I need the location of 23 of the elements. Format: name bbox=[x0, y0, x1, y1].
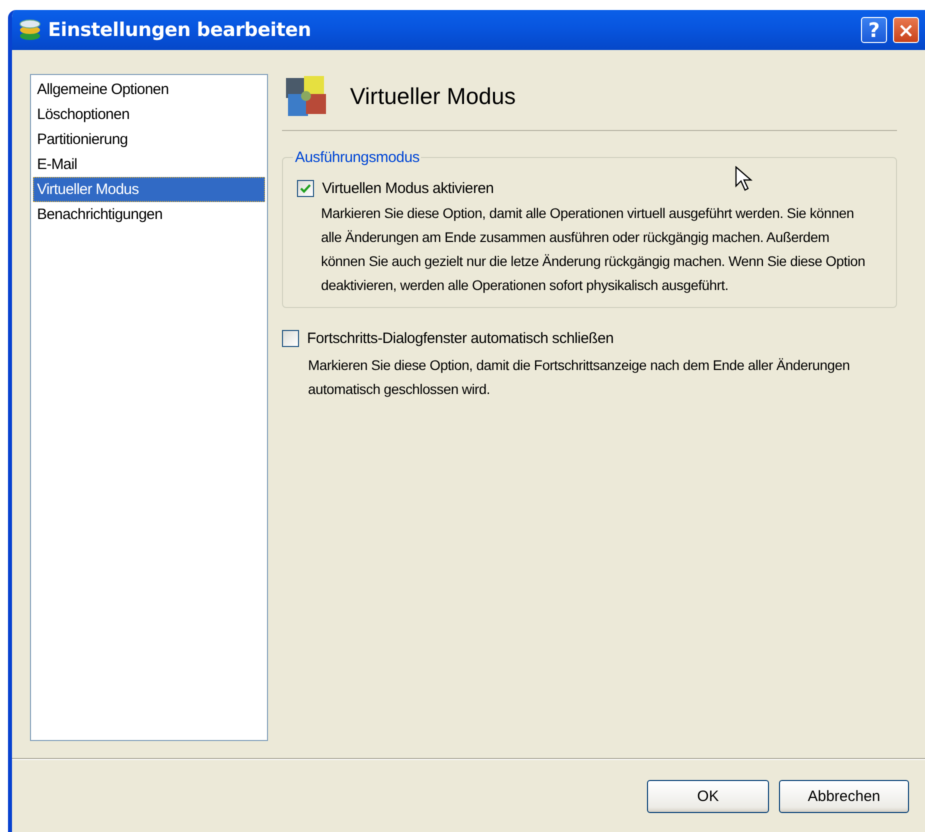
check-icon bbox=[300, 183, 311, 194]
option-description: Markieren Sie diese Option, damit die Fortschrittsanzeige nach dem Ende aller Änderungen automatisch geschlossen wird. bbox=[308, 356, 851, 399]
close-button[interactable]: × bbox=[893, 17, 919, 43]
option-label: Fortschritts-Dialogfenster automatisch schließen bbox=[307, 330, 614, 347]
dialog-button[interactable]: Abbrechen bbox=[779, 780, 909, 812]
category-item[interactable]: Löschoptionen bbox=[33, 102, 265, 127]
category-item[interactable]: Partitionierung bbox=[33, 127, 265, 152]
category-item[interactable]: Virtueller Modus bbox=[33, 177, 265, 202]
cursor-icon bbox=[735, 166, 753, 192]
option-description: Markieren Sie diese Option, damit alle Operationen virtuell ausgeführt werden. Sie können alle Änderungen am Ende zusammen ausführen oder rückgängig machen. Außerdem können Sie auch gezielt nur die letze Änderung rückgängig machen. Wenn Sie diese Option deaktivieren, werden alle Operationen sofort physikalisch ausgeführt. bbox=[321, 204, 866, 295]
help-button[interactable]: ? bbox=[861, 17, 887, 43]
puzzle-icon bbox=[284, 74, 328, 118]
disk-stack-icon bbox=[18, 18, 42, 42]
dialog-button[interactable]: OK bbox=[647, 780, 769, 812]
checkbox[interactable] bbox=[297, 180, 314, 197]
page-title: Virtueller Modus bbox=[350, 82, 516, 110]
group-title: Ausführungsmodus bbox=[294, 149, 420, 166]
category-item[interactable]: Allgemeine Optionen bbox=[33, 77, 265, 102]
checkbox[interactable] bbox=[282, 330, 299, 347]
category-item[interactable]: E-Mail bbox=[33, 152, 265, 177]
option-label: Virtuellen Modus aktivieren bbox=[322, 180, 494, 197]
category-item[interactable]: Benachrichtigungen bbox=[33, 202, 265, 227]
window-title: Einstellungen bearbeiten bbox=[48, 19, 312, 41]
